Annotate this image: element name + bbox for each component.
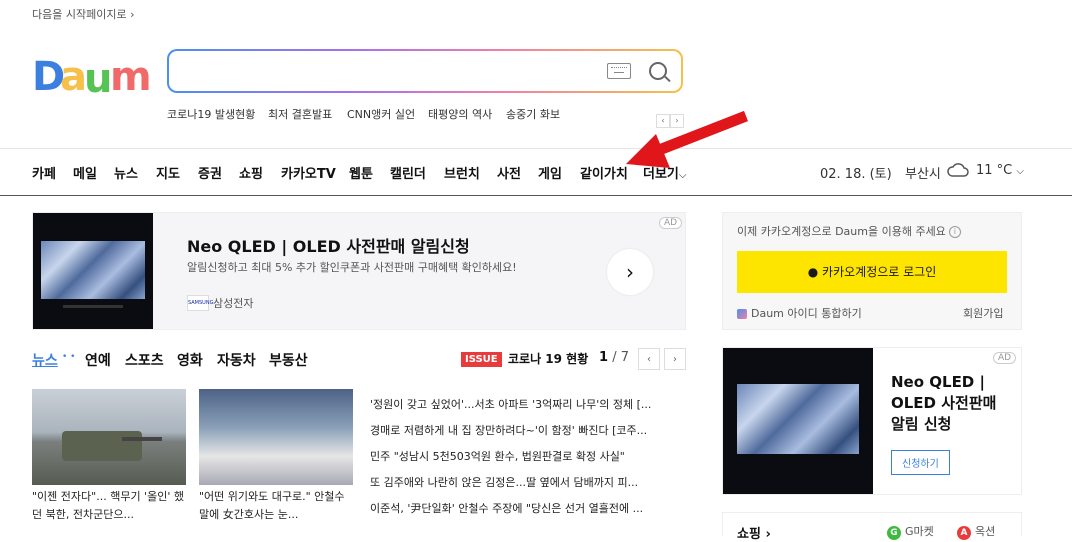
shopping-box: 쇼핑 › G G마켓 A 옥션 [722, 512, 1022, 542]
tab-movie[interactable]: 영화 [177, 350, 203, 370]
samsung-logo: SAMSUNG [187, 295, 213, 311]
news-thumbnail[interactable] [32, 389, 186, 485]
news-headline[interactable]: 경매로 저렴하게 내 집 장만하려다~'이 함정' 빠진다 [코주... [370, 422, 647, 438]
weather-location[interactable]: 부산시 [905, 163, 941, 182]
daum-d-icon [737, 309, 747, 319]
ad-description: 알림신청하고 최대 5% 추가 할인쿠폰과 사전판매 구매혜택 확인하세요! [187, 261, 517, 274]
tab-news[interactable]: 뉴스 [32, 350, 58, 370]
set-homepage-link[interactable]: 다음을 시작페이지로 › [32, 6, 134, 22]
nav-item-together[interactable]: 같이가치 [580, 163, 628, 182]
svg-text:a: a [60, 54, 87, 98]
tab-realestate[interactable]: 부동산 [269, 350, 308, 370]
login-message: 이제 카카오계정으로 Daum을 이용해 주세요 i [737, 223, 961, 239]
issue-prev-button[interactable]: ‹ [638, 348, 660, 370]
tv-ad-image [723, 348, 873, 494]
nav-item-kakaotv[interactable]: 카카오TV [281, 163, 336, 182]
news-thumb-caption[interactable]: "어떤 위기와도 대구로." 안철수 말에 女간호사는 눈... [199, 488, 353, 524]
news-dots: • • [62, 352, 76, 362]
svg-text:m: m [110, 54, 150, 98]
gmarket-link[interactable]: G G마켓 [887, 523, 934, 540]
date-display: 02. 18. (토) [820, 167, 892, 182]
nav-divider-bottom [0, 195, 1072, 196]
tab-entertainment[interactable]: 연예 [85, 350, 111, 370]
signup-link[interactable]: 회원가입 [963, 305, 1003, 321]
kakao-login-button[interactable]: ● 카카오계정으로 로그인 [737, 251, 1007, 293]
issue-badge: ISSUE [461, 352, 502, 367]
trending-keyword[interactable]: 최저 결혼발표 [268, 106, 332, 122]
trending-keyword[interactable]: 태평양의 역사 [428, 106, 492, 122]
svg-text:u: u [84, 56, 112, 98]
nav-divider-top [0, 148, 1072, 149]
side-ad-banner[interactable]: Neo QLED | OLED 사전판매 알림 신청 신청하기 AD [722, 347, 1022, 495]
red-arrow-annotation [626, 110, 749, 168]
nav-item-mail[interactable]: 메일 [73, 163, 97, 182]
nav-item-game[interactable]: 게임 [538, 163, 562, 182]
news-thumb-caption[interactable]: "이젠 전자다"... 핵무기 '올인' 했던 북한, 전차군단으... [32, 488, 186, 524]
apply-button[interactable]: 신청하기 [891, 450, 950, 475]
ad-badge: AD [659, 217, 683, 229]
search-input[interactable] [183, 61, 587, 85]
nav-item-webtoon[interactable]: 웹툰 [349, 163, 373, 182]
tab-sports[interactable]: 스포츠 [125, 350, 164, 370]
nav-item-cafe[interactable]: 카페 [32, 163, 56, 182]
shopping-title[interactable]: 쇼핑 › [737, 523, 771, 542]
trending-keyword[interactable]: 송중기 화보 [506, 106, 560, 122]
daum-id-link[interactable]: Daum 아이디 통합하기 [737, 305, 862, 321]
news-headline[interactable]: 민주 "성남시 5천503억원 환수, 법원판결로 확정 사실" [370, 448, 625, 464]
info-icon[interactable]: i [948, 226, 961, 238]
nav-item-map[interactable]: 지도 [156, 163, 180, 182]
side-ad-title[interactable]: Neo QLED | OLED 사전판매 알림 신청 [891, 372, 1011, 435]
issue-next-button[interactable]: › [664, 348, 686, 370]
weather-temperature[interactable]: 11 °C ⌵ [976, 163, 1024, 178]
search-icon[interactable] [649, 62, 667, 80]
keyboard-icon[interactable] [607, 63, 631, 79]
login-box: 이제 카카오계정으로 Daum을 이용해 주세요 i ● 카카오계정으로 로그인 … [722, 212, 1022, 330]
nav-item-stock[interactable]: 증권 [198, 163, 222, 182]
news-thumbnail[interactable] [199, 389, 353, 485]
cloud-icon [947, 163, 969, 177]
news-headline[interactable]: 이준석, '尹단일화' 안철수 주장에 "당신은 선거 열흘전에 ... [370, 500, 643, 516]
ad-badge: AD [993, 352, 1017, 364]
chevron-down-icon: ⌵ [1016, 166, 1024, 177]
nav-item-dictionary[interactable]: 사전 [497, 163, 521, 182]
tab-car[interactable]: 자동차 [217, 350, 256, 370]
trending-keyword[interactable]: CNN앵커 실언 [347, 106, 415, 122]
daum-logo[interactable]: D a u m [32, 52, 150, 98]
news-headline[interactable]: 또 김주애와 나란히 앉은 김정은...딸 옆에서 담배까지 피... [370, 474, 638, 490]
tv-ad-image [33, 213, 153, 329]
nav-item-shopping[interactable]: 쇼핑 [239, 163, 263, 182]
auction-link[interactable]: A 옥션 [957, 523, 995, 540]
trending-keyword[interactable]: 코로나19 발생현황 [167, 106, 255, 122]
top-ad-banner[interactable]: Neo QLED | OLED 사전판매 알림신청 알림신청하고 최대 5% 추… [32, 212, 686, 330]
nav-item-calendar[interactable]: 캘린더 [390, 163, 426, 182]
nav-item-news[interactable]: 뉴스 [114, 163, 138, 182]
ad-arrow-button[interactable]: › [607, 249, 653, 295]
issue-page-indicator: 1 / 7 [599, 350, 629, 365]
ad-title[interactable]: Neo QLED | OLED 사전판매 알림신청 [187, 233, 470, 257]
ad-brand: 삼성전자 [213, 297, 254, 310]
tank-image [62, 431, 162, 461]
auction-icon: A [957, 526, 971, 540]
speech-bubble-icon: ● [807, 265, 819, 279]
news-headline[interactable]: '정원이 갖고 싶었어'...서초 아파트 '3억짜리 나무'의 정체 [... [370, 396, 651, 412]
search-box [167, 49, 683, 93]
gmarket-icon: G [887, 526, 901, 540]
nav-item-brunch[interactable]: 브런치 [444, 163, 480, 182]
issue-title[interactable]: 코로나 19 현황 [508, 350, 588, 367]
